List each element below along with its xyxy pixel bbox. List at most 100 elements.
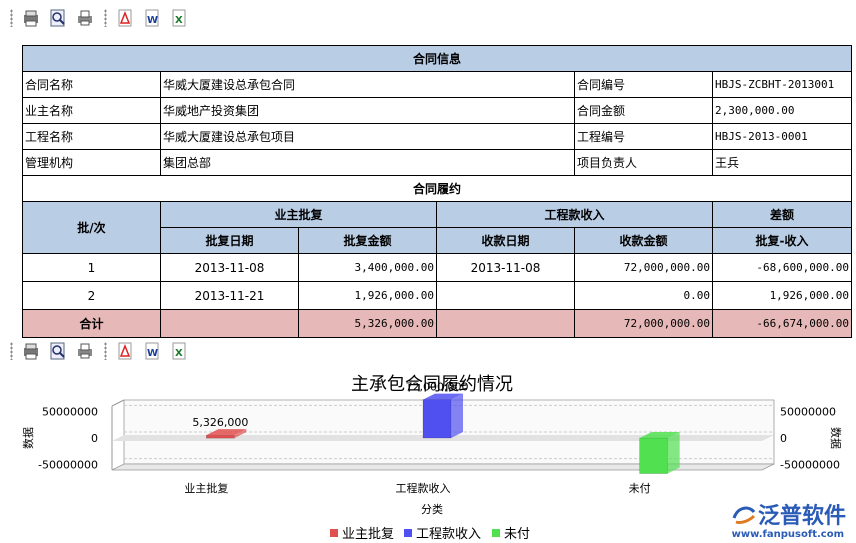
print-icon	[78, 10, 92, 26]
receive-amount-cell: 0.00	[574, 281, 713, 310]
zoom-icon	[50, 9, 65, 27]
print-preview-button[interactable]	[21, 341, 41, 361]
export-pdf-button[interactable]	[115, 341, 135, 361]
contract-no-label: 合同编号	[574, 71, 713, 98]
owner-name-label: 业主名称	[22, 97, 161, 124]
y-tick-label-left: 0	[91, 432, 98, 445]
org-value: 集团总部	[160, 149, 575, 176]
svg-text:X: X	[175, 348, 183, 359]
export-excel-icon: X	[172, 342, 186, 360]
manager-value: 王兵	[711, 149, 853, 176]
export-word-button[interactable]: W	[142, 8, 162, 28]
export-pdf-icon	[118, 9, 132, 27]
legend-swatch	[492, 529, 500, 537]
report-toolbar-top: W X	[10, 6, 196, 30]
print-icon	[78, 343, 92, 359]
export-pdf-button[interactable]	[115, 8, 135, 28]
batch-cell: 2	[22, 281, 161, 310]
performance-title: 合同履约	[21, 175, 853, 202]
approve-date-cell: 2013-11-08	[160, 253, 299, 282]
total-empty-cell	[436, 309, 575, 338]
brand-name: 泛普软件	[757, 504, 846, 529]
contract-name-label: 合同名称	[22, 71, 161, 98]
svg-text:W: W	[147, 348, 158, 359]
y-tick-label-left: -50000000	[38, 459, 98, 472]
bar-side-2	[667, 432, 680, 474]
toolbar-grip[interactable]	[10, 9, 13, 27]
legend-swatch	[330, 529, 338, 537]
brand-logo-icon	[732, 506, 756, 524]
toolbar-separator	[104, 9, 107, 27]
export-excel-button[interactable]: X	[169, 341, 189, 361]
contract-name-value: 华威大厦建设总承包合同	[160, 71, 575, 98]
bar-2	[639, 437, 668, 474]
contract-report-table: 合同信息 合同名称 华威大厦建设总承包合同 合同编号 HBJS-ZCBHT-20…	[21, 45, 853, 338]
print-preview-icon	[24, 343, 38, 360]
col-header-receive-amount: 收款金额	[574, 227, 713, 254]
col-header-receive-date: 收款日期	[436, 227, 575, 254]
project-no-value: HBJS-2013-0001	[711, 123, 853, 150]
print-preview-button[interactable]	[21, 8, 41, 28]
total-approve-amount: 5,326,000.00	[298, 309, 437, 338]
svg-text:W: W	[147, 15, 158, 26]
zoom-button[interactable]	[48, 341, 68, 361]
y-tick-label-left: 50000000	[42, 405, 98, 418]
approve-amount-cell: 3,400,000.00	[298, 253, 437, 282]
print-button[interactable]	[75, 341, 95, 361]
svg-text:X: X	[175, 15, 183, 26]
col-header-diff: 批复-收入	[711, 227, 853, 254]
y-axis-label-right: 数据	[829, 427, 843, 449]
total-label: 合计	[22, 309, 161, 338]
table-row: 合同名称 华威大厦建设总承包合同 合同编号 HBJS-ZCBHT-2013001	[22, 71, 853, 98]
contract-no-value: HBJS-ZCBHT-2013001	[711, 71, 853, 98]
project-name-value: 华威大厦建设总承包项目	[160, 123, 575, 150]
zoom-button[interactable]	[48, 8, 68, 28]
table-row: 管理机构 集团总部 项目负责人 王兵	[22, 149, 853, 176]
col-header-approve-amount: 批复金额	[298, 227, 437, 254]
bar-0	[206, 434, 235, 439]
batch-cell: 1	[22, 253, 161, 282]
print-button[interactable]	[75, 8, 95, 28]
org-label: 管理机构	[22, 149, 161, 176]
total-diff: -66,674,000.00	[711, 309, 853, 338]
legend-item: 未付	[504, 527, 530, 540]
total-empty-cell	[160, 309, 299, 338]
brand-logo: 泛普软件	[730, 498, 846, 530]
legend-item: 业主批复	[342, 527, 394, 540]
zoom-icon	[50, 342, 65, 360]
x-tick-label: 业主批复	[184, 481, 228, 495]
owner-name-value: 华威地产投资集团	[160, 97, 575, 124]
legend-swatch	[404, 529, 412, 537]
diff-cell: 1,926,000.00	[711, 281, 853, 310]
bar-side-1	[451, 393, 463, 438]
export-excel-button[interactable]: X	[169, 8, 189, 28]
x-tick-label: 未付	[629, 482, 651, 495]
bar-1	[422, 399, 452, 439]
legend-item: 工程款收入	[416, 527, 481, 540]
y-tick-label-right: -50000000	[780, 459, 840, 472]
export-word-button[interactable]: W	[142, 341, 162, 361]
export-excel-icon: X	[172, 9, 186, 27]
x-tick-label: 工程款收入	[396, 481, 451, 495]
x-axis-label: 分类	[421, 502, 443, 516]
col-header-batch: 批/次	[22, 201, 161, 254]
table-row: 2 2013-11-21 1,926,000.00 0.00 1,926,000…	[22, 281, 853, 310]
export-word-icon: W	[145, 342, 159, 360]
y-axis-label-left: 数据	[21, 427, 35, 449]
total-row: 合计 5,326,000.00 72,000,000.00 -66,674,00…	[22, 309, 853, 338]
receive-amount-cell: 72,000,000.00	[574, 253, 713, 282]
receive-date-cell	[436, 281, 575, 310]
chart-area: 主承包合同履约情况 50000000 50000000 0 0 -50000000 -500…	[12, 372, 856, 542]
group-header-owner: 业主批复	[160, 201, 437, 228]
toolbar-separator	[104, 342, 107, 360]
toolbar-grip[interactable]	[10, 342, 13, 360]
table-row: 工程名称 华威大厦建设总承包项目 工程编号 HBJS-2013-0001	[22, 123, 853, 150]
table-row: 1 2013-11-08 3,400,000.00 2013-11-08 72,…	[22, 253, 853, 282]
contract-amount-value: 2,300,000.00	[711, 97, 853, 124]
table-row: 业主名称 华威地产投资集团 合同金额 2,300,000.00	[22, 97, 853, 124]
contract-amount-label: 合同金额	[574, 97, 713, 124]
export-word-icon: W	[145, 9, 159, 27]
group-header-diff: 差额	[711, 201, 853, 228]
diff-cell: -68,600,000.00	[711, 253, 853, 282]
project-name-label: 工程名称	[22, 123, 161, 150]
